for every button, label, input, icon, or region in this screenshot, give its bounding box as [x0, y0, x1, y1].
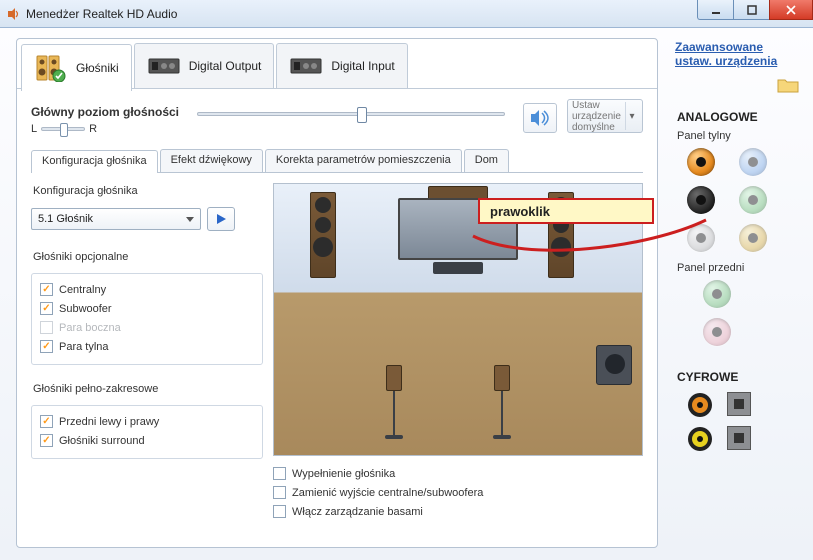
optional-speakers-label: Głośniki opcjonalne [33, 251, 263, 263]
rear-panel-label: Panel tylny [677, 130, 731, 142]
digital-in-icon [289, 51, 323, 81]
chk-central[interactable]: ✓Centralny [40, 280, 254, 299]
front-panel-label: Panel przedni [677, 262, 744, 274]
chevron-down-icon: ▾ [625, 102, 638, 130]
chk-label: Para tylna [59, 341, 109, 353]
tab-label: Głośniki [76, 61, 119, 75]
folder-icon[interactable] [777, 77, 799, 98]
tab-label: Digital Output [189, 59, 262, 73]
chk-rear-pair[interactable]: ✓Para tylna [40, 337, 254, 356]
jack-rear-gold[interactable] [739, 224, 767, 252]
speaker-config-label: Konfiguracja głośnika [33, 185, 263, 197]
stage-front-left [310, 192, 336, 278]
app-icon [6, 7, 20, 21]
speaker-config-combo[interactable]: 5.1 Głośnik [31, 208, 201, 230]
tab-digital-output[interactable]: Digital Output [134, 43, 275, 88]
chk-speaker-fill[interactable]: Wypełnienie głośnika [273, 464, 643, 483]
subtab-config[interactable]: Konfiguracja głośnika [31, 150, 158, 173]
chk-label: Para boczna [59, 322, 121, 334]
chk-surround[interactable]: ✓Głośniki surround [40, 431, 254, 450]
chk-subwoofer[interactable]: ✓Subwoofer [40, 299, 254, 318]
annotation-text: prawoklik [490, 204, 550, 219]
side-panel: Zaawansowane ustaw. urządzenia ANALOGOWE… [675, 40, 803, 548]
bottom-options: Wypełnienie głośnika Zamienić wyjście ce… [273, 464, 643, 521]
titlebar: Menedżer Realtek HD Audio [0, 0, 813, 28]
chk-front-lr[interactable]: ✓Przedni lewy i prawy [40, 412, 254, 431]
stage-subwoofer [596, 345, 632, 385]
speaker-subtabs: Konfiguracja głośnika Efekt dźwiękowy Ko… [31, 149, 643, 173]
test-play-button[interactable] [207, 207, 235, 231]
jack-front-pink[interactable] [703, 318, 731, 346]
default-line2: urządzenie [572, 111, 621, 122]
maximize-button[interactable] [733, 0, 769, 20]
chk-label: Głośniki surround [59, 435, 145, 447]
rear-jack-grid [687, 148, 773, 252]
fullrange-label: Głośniki pełno-zakresowe [33, 383, 263, 395]
digital-optical-orange[interactable] [687, 392, 713, 418]
balance-control[interactable]: L R [31, 123, 179, 135]
subtab-home[interactable]: Dom [464, 149, 509, 172]
chk-side-pair: Para boczna [40, 318, 254, 337]
close-button[interactable] [769, 0, 813, 20]
chk-label: Centralny [59, 284, 106, 296]
annotation-callout: prawoklik [478, 198, 654, 224]
digital-toslink-2[interactable] [727, 426, 751, 450]
default-line3: domyślne [572, 122, 621, 133]
optional-speakers-group: ✓Centralny ✓Subwoofer Para boczna ✓Para … [31, 273, 263, 365]
chk-label: Włącz zarządzanie basami [292, 506, 423, 518]
main-panel: Głośniki Digital Output Digital Input Gł… [16, 38, 658, 548]
analog-title: ANALOGOWE [677, 110, 758, 124]
jack-front-green[interactable] [703, 280, 731, 308]
volume-row: Główny poziom głośności L R Ustaw urządz… [17, 89, 657, 143]
speakers-icon [34, 53, 68, 83]
combo-value: 5.1 Głośnik [38, 213, 93, 225]
jack-rear-orange[interactable] [687, 148, 715, 176]
stage-rear-left [384, 365, 404, 445]
subtab-sound-effect[interactable]: Efekt dźwiękowy [160, 149, 263, 172]
jack-rear-green[interactable] [739, 186, 767, 214]
digital-title: CYFROWE [677, 370, 738, 384]
tab-speakers[interactable]: Głośniki [21, 44, 132, 91]
stage-rear-right [492, 365, 512, 445]
window-title: Menedżer Realtek HD Audio [26, 7, 177, 21]
window-controls [697, 0, 813, 20]
chk-label: Wypełnienie głośnika [292, 468, 395, 480]
device-tabs: Głośniki Digital Output Digital Input [17, 39, 657, 89]
tab-label: Digital Input [331, 59, 394, 73]
default-line1: Ustaw [572, 100, 621, 111]
jack-rear-blue[interactable] [739, 148, 767, 176]
fullrange-group: ✓Przedni lewy i prawy ✓Głośniki surround [31, 405, 263, 459]
balance-right-char: R [89, 123, 97, 135]
chk-label: Przedni lewy i prawy [59, 416, 159, 428]
chk-swap-center-sub[interactable]: Zamienić wyjście centralne/subwoofera [273, 483, 643, 502]
tab-digital-input[interactable]: Digital Input [276, 43, 407, 88]
digital-out-icon [147, 51, 181, 81]
chk-bass-management[interactable]: Włącz zarządzanie basami [273, 502, 643, 521]
balance-track[interactable] [41, 127, 85, 131]
digital-toslink-1[interactable] [727, 392, 751, 416]
chk-label: Zamienić wyjście centralne/subwoofera [292, 487, 483, 499]
jack-rear-grey[interactable] [687, 224, 715, 252]
digital-optical-yellow[interactable] [687, 426, 713, 452]
balance-left-char: L [31, 123, 37, 135]
jack-rear-black[interactable] [687, 186, 715, 214]
set-default-device-button[interactable]: Ustaw urządzenie domyślne ▾ [567, 99, 643, 133]
subtab-room-correction[interactable]: Korekta parametrów pomieszczenia [265, 149, 462, 172]
volume-mute-button[interactable] [523, 103, 557, 133]
volume-slider[interactable] [197, 112, 505, 116]
minimize-button[interactable] [697, 0, 733, 20]
volume-label: Główny poziom głośności [31, 105, 179, 119]
chk-label: Subwoofer [59, 303, 112, 315]
advanced-settings-link[interactable]: Zaawansowane ustaw. urządzenia [675, 40, 803, 69]
